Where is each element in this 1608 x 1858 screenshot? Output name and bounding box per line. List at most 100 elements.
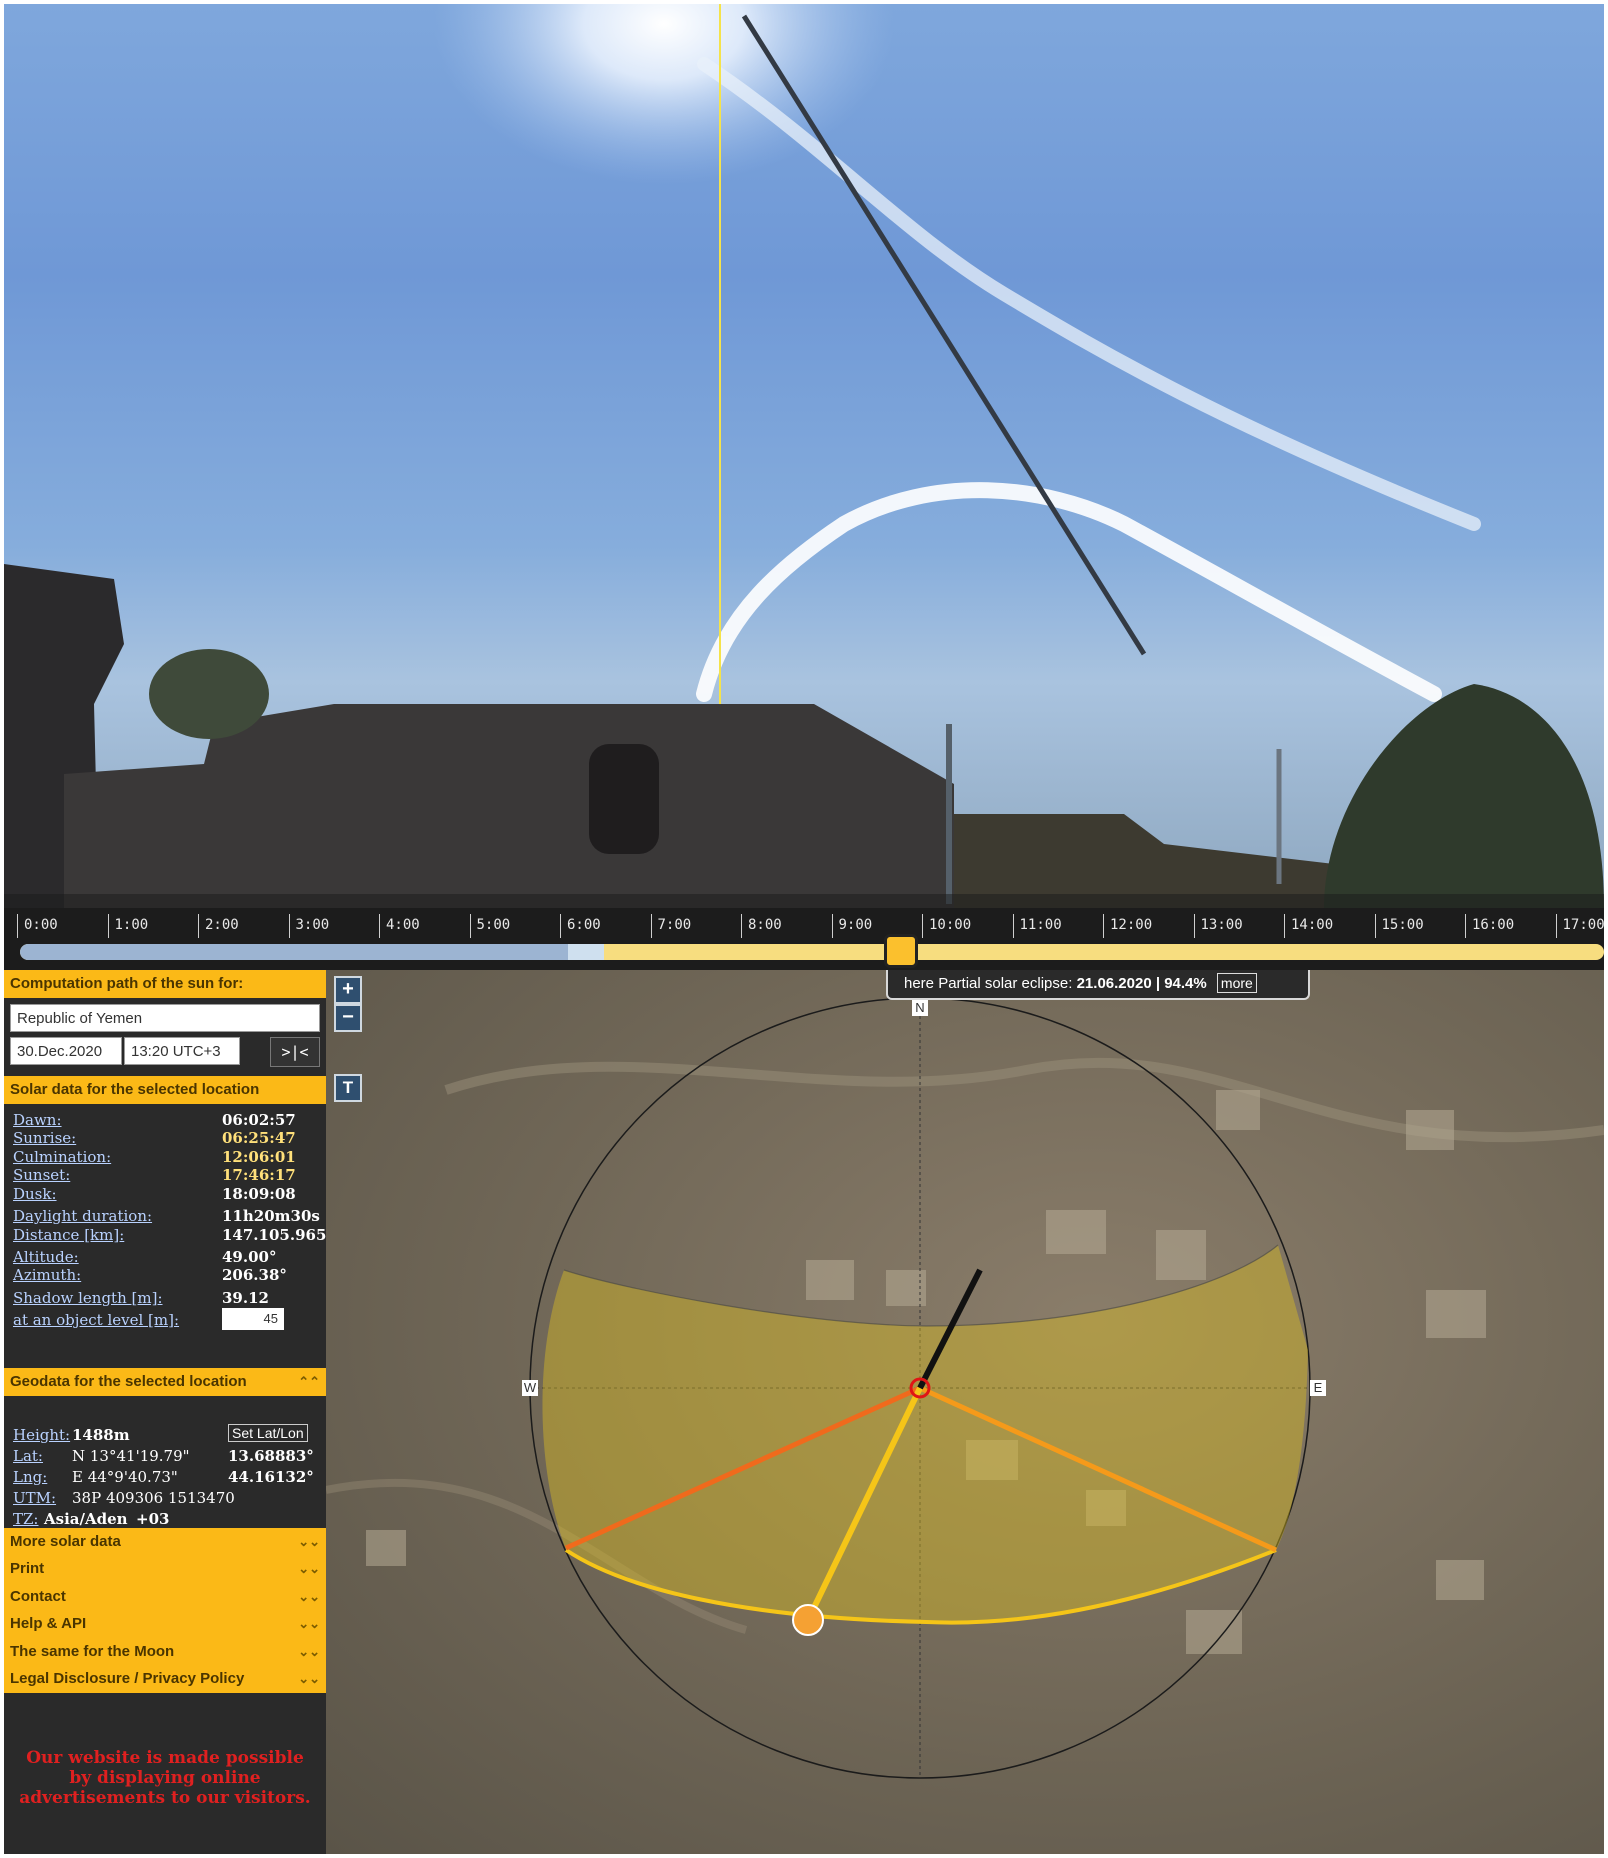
building-window (589, 744, 659, 854)
hour-tick: 10:00 (922, 914, 971, 938)
solar-row: Shadow length [m]: 39.12 (13, 1288, 269, 1308)
object-level-input[interactable]: 45 (222, 1308, 284, 1330)
sky-photo (4, 4, 1604, 908)
solar-row: Sunset: 17:46:17 (13, 1165, 296, 1185)
zoom-in-label: + (342, 978, 354, 1000)
date-input[interactable]: 30.Dec.2020 (10, 1037, 122, 1065)
solar-header-label: Solar data for the selected location (10, 1081, 260, 1098)
collapse-icon[interactable]: ⌃⌃ (298, 1368, 320, 1396)
lng-dms: E 44°9'40.73" (72, 1468, 178, 1486)
hour-tick: 13:00 (1193, 914, 1243, 938)
menu-item-label: Legal Disclosure / Privacy Policy (10, 1670, 245, 1687)
time-handle[interactable] (883, 934, 918, 968)
utm-value: 38P 409306 1513470 (72, 1489, 235, 1507)
set-latlon-button[interactable]: Set Lat/Lon (228, 1424, 308, 1442)
expand-icon[interactable]: ⌄⌄ (298, 1638, 320, 1666)
ad-notice: Our website is made possible by displayi… (4, 1748, 326, 1808)
zoom-out-button[interactable]: − (334, 1004, 362, 1032)
hour-tick: 9:00 (831, 914, 872, 938)
zoom-out-label: − (342, 1006, 354, 1028)
menu-item[interactable]: Legal Disclosure / Privacy Policy ⌄⌄ (4, 1665, 326, 1693)
solar-row-label[interactable]: Dawn: (13, 1111, 62, 1129)
hour-tick: 16:00 (1465, 914, 1514, 938)
solar-row-value: 12:06:01 (222, 1148, 296, 1166)
tz-label: TZ: (13, 1510, 39, 1528)
now-button-label: >|< (281, 1043, 309, 1061)
hour-tick: 11:00 (1012, 914, 1062, 938)
expand-icon[interactable]: ⌄⌄ (298, 1610, 320, 1638)
solar-row: Sunrise: 06:25:47 (13, 1128, 296, 1148)
eclipse-banner: here Partial solar eclipse: 21.06.2020 |… (886, 970, 1310, 1000)
expand-icon[interactable]: ⌄⌄ (298, 1555, 320, 1583)
hour-tick: 4:00 (379, 914, 420, 938)
expand-icon[interactable]: ⌄⌄ (298, 1528, 320, 1556)
hour-tick: 3:00 (288, 914, 329, 938)
solar-row-label[interactable]: Culmination: (13, 1148, 111, 1166)
menu-item[interactable]: The same for the Moon ⌄⌄ (4, 1637, 326, 1666)
contrail-arc (696, 482, 1442, 702)
eclipse-more-button[interactable]: more (1216, 973, 1257, 993)
solar-row: Dusk: 18:09:08 (13, 1184, 296, 1204)
menu-item[interactable]: Contact ⌄⌄ (4, 1582, 326, 1611)
lat-label: Lat: (13, 1447, 43, 1465)
solar-row: Dawn: 06:02:57 (13, 1110, 296, 1130)
solar-row-value: 06:25:47 (222, 1129, 296, 1147)
utm-label: UTM: (13, 1489, 57, 1507)
solar-row-label[interactable]: at an object level [m]: (13, 1311, 179, 1329)
hour-tick: 0:00 (17, 914, 58, 938)
solar-row-value: 49.00° (222, 1248, 277, 1266)
solar-row: at an object level [m]: 45 (13, 1308, 284, 1330)
solar-row-value: 18:09:08 (222, 1185, 296, 1203)
satellite-map[interactable]: + − T here Partial solar eclipse: 21.06.… (326, 970, 1604, 1854)
hour-tick: 8:00 (741, 914, 782, 938)
solar-row-label[interactable]: Sunset: (13, 1166, 70, 1184)
menu-item[interactable]: Help & API ⌄⌄ (4, 1610, 326, 1639)
menu-item[interactable]: Print ⌄⌄ (4, 1555, 326, 1584)
ad-line-2: by displaying online (69, 1768, 261, 1788)
solar-row-label[interactable]: Shadow length [m]: (13, 1289, 163, 1307)
menu-item-label: Contact (10, 1587, 66, 1605)
solar-row-label[interactable]: Dusk: (13, 1185, 57, 1203)
expand-icon[interactable]: ⌄⌄ (298, 1665, 320, 1693)
expand-icon[interactable]: ⌄⌄ (298, 1583, 320, 1611)
lat-decimal: 13.68883° (228, 1447, 314, 1465)
lat-dms: N 13°41'19.79" (72, 1447, 190, 1465)
compass-east: E (1310, 1380, 1326, 1396)
solar-row-label[interactable]: Altitude: (13, 1248, 79, 1266)
path-header: Computation path of the sun for: (4, 970, 326, 998)
solar-row-label[interactable]: Sunrise: (13, 1129, 76, 1147)
solar-row-value: 39.12 (222, 1289, 269, 1307)
geo-header[interactable]: Geodata for the selected location ⌃⌃ (4, 1368, 326, 1396)
sun-marker[interactable] (792, 1604, 824, 1636)
menu-item[interactable]: More solar data ⌄⌄ (4, 1528, 326, 1556)
now-button[interactable]: >|< (270, 1037, 320, 1067)
solar-row: Culmination: 12:06:01 (13, 1147, 296, 1167)
zoom-in-button[interactable]: + (334, 976, 362, 1004)
sidebar: Computation path of the sun for: Republi… (4, 970, 326, 1854)
lng-decimal: 44.16132° (228, 1468, 314, 1486)
time-track-night (20, 944, 568, 960)
time-slider[interactable]: 0:00 1:00 2:00 3:00 4:00 5:00 6:00 7:00 8:00 9:00… (4, 908, 1605, 970)
time-input[interactable]: 13:20 UTC+3 (124, 1037, 240, 1065)
layer-toggle-button[interactable]: T (334, 1074, 362, 1102)
solar-row-label[interactable]: Distance [km]: (13, 1226, 124, 1244)
solar-row-value: 206.38° (222, 1266, 287, 1284)
solar-row: Azimuth: 206.38° (13, 1265, 287, 1285)
hour-tick: 1:00 (107, 914, 148, 938)
hour-tick: 15:00 (1374, 914, 1424, 938)
ad-line-3: advertisements to our visitors. (19, 1788, 311, 1808)
path-header-label: Computation path of the sun for: (10, 975, 244, 992)
location-value: Republic of Yemen (17, 1010, 143, 1027)
menu-item-label: More solar data (10, 1533, 121, 1550)
menu-item-label: Help & API (10, 1615, 87, 1633)
solar-row-label[interactable]: Azimuth: (13, 1266, 81, 1284)
map-overlay (326, 997, 1604, 1779)
hour-tick: 7:00 (650, 914, 691, 938)
solar-row-label[interactable]: Daylight duration: (13, 1207, 152, 1225)
location-input[interactable]: Republic of Yemen (10, 1004, 320, 1032)
hour-tick: 6:00 (560, 914, 601, 938)
lng-label: Lng: (13, 1468, 48, 1486)
layer-toggle-label: T (342, 1078, 354, 1097)
solar-header: Solar data for the selected location (4, 1076, 326, 1104)
hour-tick: 17:00 (1555, 914, 1605, 938)
